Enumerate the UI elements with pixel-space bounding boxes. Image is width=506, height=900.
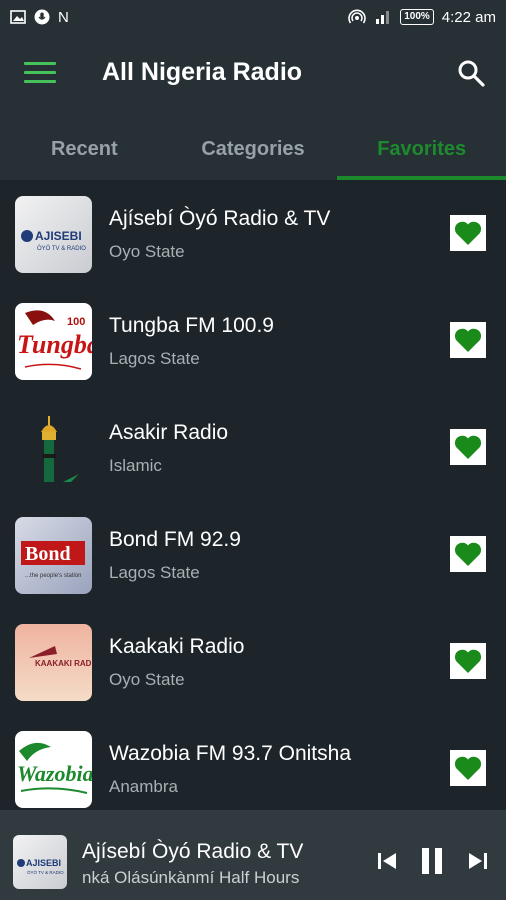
heart-icon <box>454 328 482 352</box>
station-logo-tungba: 100 Tungba <box>15 303 92 380</box>
station-row[interactable]: AJISEBI ÒYÓ TV & RADIO Ajísebí Òyó Radio… <box>0 180 506 287</box>
menu-icon-line <box>24 80 56 83</box>
station-row[interactable]: KAAKAKI RADIO Kaakaki Radio Oyo State <box>0 608 506 715</box>
station-region: Lagos State <box>109 563 200 582</box>
heart-icon <box>454 756 482 780</box>
heart-icon <box>454 221 482 245</box>
station-row[interactable]: Bond ...the people's station Bond FM 92.… <box>0 501 506 608</box>
station-name: Kaakaki Radio <box>109 635 245 658</box>
pause-icon[interactable] <box>418 846 446 876</box>
player-now-playing: nká Olásúnkànmí Half Hours <box>82 868 300 887</box>
station-name: Bond FM 92.9 <box>109 528 241 551</box>
favorite-button[interactable] <box>450 643 486 679</box>
logo-subtext: ÒYÓ TV & RADIO <box>27 869 64 875</box>
station-row[interactable]: 100 Tungba Tungba FM 100.9 Lagos State <box>0 287 506 394</box>
image-notification-icon <box>10 10 26 24</box>
logo-text: AJISEBI <box>35 229 82 243</box>
station-name: Wazobia FM 93.7 Onitsha <box>109 742 351 765</box>
heart-icon <box>454 542 482 566</box>
status-bar: N 100% 4:22 am <box>0 0 506 34</box>
station-logo-wazobia: Wazobia <box>15 731 92 808</box>
favorite-button[interactable] <box>450 215 486 251</box>
heart-icon <box>454 435 482 459</box>
signal-icon <box>376 11 390 24</box>
app-bar: All Nigeria Radio <box>0 34 506 118</box>
station-region: Islamic <box>109 456 162 475</box>
station-logo-ajisebi: AJISEBI ÒYÓ TV & RADIO <box>15 196 92 273</box>
favorite-button[interactable] <box>450 322 486 358</box>
battery-indicator: 100% <box>400 9 434 25</box>
tab-categories[interactable]: Categories <box>169 118 338 180</box>
logo-subtext: ...the people's station <box>25 573 82 579</box>
station-row[interactable]: Asakir Radio Islamic <box>0 394 506 501</box>
favorite-button[interactable] <box>450 750 486 786</box>
logo-number: 100 <box>67 316 85 328</box>
mini-player[interactable]: AJISEBI ÒYÓ TV & RADIO Ajísebí Òyó Radio… <box>0 810 506 900</box>
station-region: Anambra <box>109 777 178 796</box>
logo-subtext: ÒYÓ TV & RADIO <box>37 245 86 252</box>
skip-next-icon[interactable] <box>467 850 489 872</box>
station-name: Asakir Radio <box>109 421 229 444</box>
tab-recent[interactable]: Recent <box>0 118 169 180</box>
station-name: Tungba FM 100.9 <box>109 314 274 337</box>
station-logo-kaakaki: KAAKAKI RADIO <box>15 624 92 701</box>
menu-icon-line <box>24 71 56 74</box>
carrier-letter: N <box>58 8 69 26</box>
station-region: Oyo State <box>109 242 185 261</box>
favorite-button[interactable] <box>450 536 486 572</box>
clock: 4:22 am <box>441 8 496 26</box>
favorite-button[interactable] <box>450 429 486 465</box>
logo-text: KAAKAKI RADIO <box>35 659 92 668</box>
station-region: Oyo State <box>109 670 185 689</box>
skip-previous-icon[interactable] <box>376 850 398 872</box>
station-row[interactable]: Wazobia Wazobia FM 93.7 Onitsha Anambra <box>0 715 506 822</box>
search-icon[interactable] <box>456 58 486 88</box>
tab-favorites[interactable]: Favorites <box>337 118 506 180</box>
logo-text: Bond <box>25 543 71 565</box>
station-logo-asakir <box>15 410 92 487</box>
menu-button[interactable] <box>24 62 56 88</box>
station-name: Ajísebí Òyó Radio & TV <box>109 207 331 230</box>
station-logo-bond: Bond ...the people's station <box>15 517 92 594</box>
tab-bar: Recent Categories Favorites <box>0 118 506 180</box>
mic-notification-icon <box>34 9 50 25</box>
logo-text: Tungba <box>17 330 92 359</box>
heart-icon <box>454 649 482 673</box>
player-station-logo: AJISEBI ÒYÓ TV & RADIO <box>13 835 67 889</box>
logo-text: AJISEBI <box>26 858 61 868</box>
station-region: Lagos State <box>109 349 200 368</box>
page-title: All Nigeria Radio <box>102 58 303 86</box>
menu-icon-line <box>24 62 56 65</box>
station-list: AJISEBI ÒYÓ TV & RADIO Ajísebí Òyó Radio… <box>0 180 506 822</box>
hotspot-icon <box>348 9 367 24</box>
logo-text: Wazobia <box>17 761 92 786</box>
player-station-name: Ajísebí Òyó Radio & TV <box>82 840 304 863</box>
